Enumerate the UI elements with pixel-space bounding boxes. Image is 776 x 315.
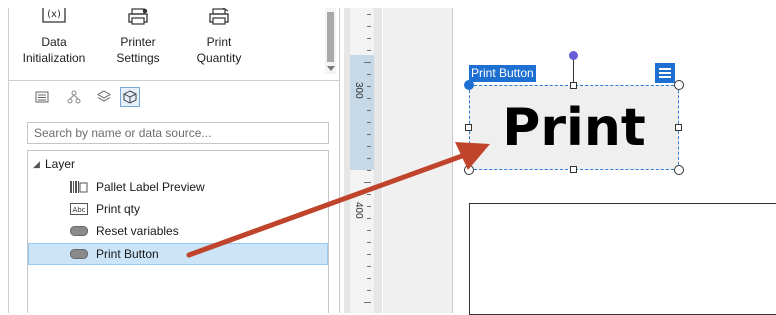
ruler-tick — [367, 230, 371, 231]
resize-handle-bottom[interactable] — [570, 166, 577, 173]
hierarchy-icon — [67, 90, 81, 104]
print-button-object[interactable]: Print — [469, 85, 679, 170]
tree-item-pallet-label-preview[interactable]: Pallet Label Preview — [28, 176, 328, 198]
printer-settings-icon — [128, 8, 148, 25]
scrollbar-thumb[interactable] — [327, 12, 334, 62]
ruler-tick — [367, 86, 371, 87]
svg-text:Abc: Abc — [72, 206, 85, 214]
ruler-tick — [367, 26, 371, 27]
ruler-tick — [367, 206, 371, 207]
svg-text:(x): (x) — [47, 9, 61, 20]
barcode-icon — [70, 181, 88, 193]
tree-root-label: Layer — [45, 157, 76, 171]
ruler-label-400: 400 — [353, 202, 364, 219]
variable-icon: (x) — [42, 8, 66, 23]
tab-list-view[interactable] — [32, 87, 52, 107]
ruler-tick — [367, 122, 371, 123]
tree-item-label: Pallet Label Preview — [96, 180, 205, 194]
label-area-rectangle[interactable] — [469, 203, 776, 315]
ruler-tick — [367, 218, 371, 219]
printer-settings-label-2: Settings — [116, 51, 160, 65]
print-quantity-button[interactable]: Print Quantity — [188, 8, 250, 66]
tree-item-reset-variables[interactable]: Reset variables — [28, 220, 328, 242]
ruler-tick — [367, 14, 371, 15]
ruler-tick — [367, 158, 371, 159]
resize-handle-bottom-right[interactable] — [674, 165, 684, 175]
ruler-tick — [367, 74, 371, 75]
rotation-stem — [573, 58, 574, 85]
panel-divider — [339, 8, 340, 313]
ruler-tick — [364, 182, 371, 183]
text-field-icon: Abc — [70, 203, 88, 215]
ruler-tick — [367, 134, 371, 135]
rotation-handle[interactable] — [569, 51, 578, 60]
data-initialization-button[interactable]: (x) Data Initialization — [12, 8, 96, 66]
tree-root-layer[interactable]: ◢ Layer — [28, 153, 328, 175]
ruler-tick — [367, 146, 371, 147]
resize-handle-right[interactable] — [675, 124, 682, 131]
data-initialization-label-2: Initialization — [22, 51, 86, 65]
ruler-tick — [367, 98, 371, 99]
selected-object-tag: Print Button — [469, 65, 536, 82]
toolbar-separator — [8, 80, 339, 81]
ruler-tick — [367, 242, 371, 243]
object-tree: ◢ Layer Pallet Label Preview Abc Print q… — [27, 150, 329, 313]
ruler-selection-highlight — [350, 55, 374, 170]
ruler-tick — [367, 278, 371, 279]
print-quantity-label-2: Quantity — [196, 51, 242, 65]
ruler-tick — [367, 110, 371, 111]
tab-objects-view[interactable] — [120, 87, 140, 107]
resize-handle-bottom-left[interactable] — [464, 165, 474, 175]
object-icon — [123, 90, 137, 104]
ruler-tick — [367, 266, 371, 267]
canvas-margin — [383, 8, 453, 313]
scroll-down-arrow-icon[interactable] — [327, 66, 335, 71]
tree-item-label: Print qty — [96, 202, 141, 216]
ruler-tick — [364, 62, 371, 63]
print-quantity-label-1: Print — [206, 35, 232, 49]
ruler-tick — [367, 50, 371, 51]
printer-settings-button[interactable]: Printer Settings — [108, 8, 168, 66]
ruler-tick — [367, 254, 371, 255]
hamburger-menu-icon — [659, 68, 671, 78]
list-icon — [35, 91, 49, 103]
tree-item-label: Reset variables — [96, 224, 179, 238]
object-menu-button[interactable] — [655, 63, 675, 83]
ruler-tick — [367, 38, 371, 39]
ruler-tick — [367, 194, 371, 195]
collapse-triangle-icon[interactable]: ◢ — [33, 153, 40, 175]
search-input[interactable] — [27, 122, 329, 144]
tree-item-label: Print Button — [96, 247, 159, 261]
button-icon — [70, 249, 88, 259]
printer-settings-label-1: Printer — [120, 35, 156, 49]
resize-handle-top-left[interactable] — [464, 80, 474, 90]
resize-handle-top-right[interactable] — [674, 80, 684, 90]
print-quantity-icon — [209, 8, 229, 25]
ruler-tick — [367, 290, 371, 291]
tab-hierarchy-view[interactable] — [64, 87, 84, 107]
tab-layers-view[interactable] — [94, 87, 114, 107]
ruler-tick — [364, 302, 371, 303]
tree-item-print-button[interactable]: Print Button — [28, 243, 328, 265]
print-button-text: Print — [502, 97, 646, 158]
resize-handle-top[interactable] — [570, 82, 577, 89]
data-initialization-label-1: Data — [41, 35, 67, 49]
ruler-label-300: 300 — [353, 82, 364, 99]
button-icon — [70, 226, 88, 236]
layers-icon — [97, 90, 111, 102]
tree-item-print-qty[interactable]: Abc Print qty — [28, 198, 328, 220]
resize-handle-left[interactable] — [465, 124, 472, 131]
ruler-tick — [367, 170, 371, 171]
toolbar-scrollbar[interactable] — [325, 8, 336, 74]
